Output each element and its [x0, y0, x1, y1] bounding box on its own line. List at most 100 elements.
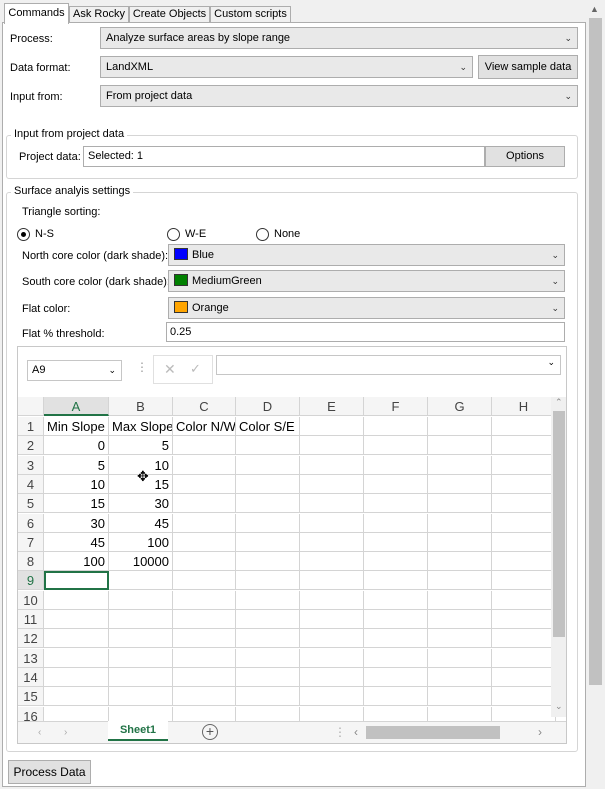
cell[interactable] — [44, 648, 109, 668]
cell[interactable] — [364, 667, 428, 687]
process-data-button[interactable]: Process Data — [8, 760, 91, 784]
cell[interactable] — [492, 417, 556, 436]
tab-commands[interactable]: Commands — [4, 3, 69, 24]
cell[interactable] — [173, 667, 236, 687]
input-from-combo[interactable]: From project data ⌄ — [100, 85, 578, 107]
cell[interactable] — [364, 436, 428, 456]
cell[interactable] — [300, 629, 364, 649]
cell[interactable] — [109, 629, 173, 649]
cell[interactable]: 45 — [109, 513, 173, 533]
cell[interactable] — [364, 571, 428, 591]
cell[interactable] — [236, 687, 300, 707]
tab-custom-scripts[interactable]: Custom scripts — [210, 6, 291, 23]
tab-create-objects[interactable]: Create Objects — [129, 6, 210, 23]
more-icon[interactable]: ⋮ — [136, 360, 148, 374]
grid-vertical-scrollbar[interactable]: ⌃ ⌄ — [551, 397, 566, 717]
cell[interactable] — [236, 513, 300, 533]
cell[interactable]: 45 — [44, 532, 109, 552]
column-header-f[interactable]: F — [364, 397, 428, 416]
cell[interactable]: 100 — [44, 552, 109, 572]
cell[interactable] — [428, 648, 492, 668]
more-icon[interactable]: ⋮ — [334, 725, 346, 739]
cell[interactable]: 0 — [44, 436, 109, 456]
north-color-combo[interactable]: Blue ⌄ — [168, 244, 565, 266]
cell[interactable] — [300, 494, 364, 514]
cell[interactable]: 100 — [109, 532, 173, 552]
cell[interactable] — [364, 590, 428, 610]
cell[interactable] — [109, 687, 173, 707]
column-header-b[interactable]: B — [109, 397, 173, 416]
spreadsheet[interactable]: A9 ⌄ ⋮ ✕ ✓ ⌄ A B C D E F G H 1 Min Slope Max Slope… — [17, 346, 567, 744]
cell[interactable] — [364, 417, 428, 436]
cell[interactable] — [236, 455, 300, 475]
cell[interactable] — [236, 629, 300, 649]
cell[interactable] — [428, 494, 492, 514]
column-header-e[interactable]: E — [300, 397, 364, 416]
cell[interactable] — [492, 687, 556, 707]
cell[interactable] — [492, 590, 556, 610]
flat-threshold-input[interactable]: 0.25 — [166, 322, 565, 342]
cell[interactable] — [428, 629, 492, 649]
cell[interactable] — [364, 687, 428, 707]
cell[interactable] — [236, 590, 300, 610]
cell[interactable] — [173, 532, 236, 552]
cell[interactable] — [109, 571, 173, 591]
select-all-corner[interactable] — [18, 397, 44, 416]
radio-none[interactable] — [256, 228, 269, 241]
cell[interactable] — [364, 610, 428, 629]
cell[interactable] — [364, 552, 428, 572]
cell[interactable] — [173, 455, 236, 475]
row-header[interactable]: 6 — [18, 513, 44, 533]
column-header-d[interactable]: D — [236, 397, 300, 416]
cell[interactable] — [364, 494, 428, 514]
cell[interactable] — [364, 629, 428, 649]
cell[interactable] — [109, 667, 173, 687]
cell[interactable] — [44, 667, 109, 687]
cell[interactable] — [173, 629, 236, 649]
cell[interactable] — [492, 494, 556, 514]
cell[interactable] — [236, 552, 300, 572]
row-header[interactable]: 14 — [18, 667, 44, 687]
cell[interactable] — [364, 474, 428, 494]
cell[interactable] — [173, 513, 236, 533]
cell[interactable] — [236, 494, 300, 514]
cell[interactable] — [173, 552, 236, 572]
data-format-combo[interactable]: LandXML ⌄ — [100, 56, 473, 78]
row-header[interactable]: 10 — [18, 590, 44, 610]
options-button[interactable]: Options — [485, 146, 565, 167]
cell[interactable] — [428, 571, 492, 591]
cell[interactable] — [44, 610, 109, 629]
south-color-combo[interactable]: MediumGreen ⌄ — [168, 270, 565, 292]
cell[interactable]: Color S/E — [236, 417, 300, 436]
cell[interactable] — [492, 629, 556, 649]
cell[interactable] — [492, 667, 556, 687]
cell[interactable] — [492, 571, 556, 591]
cell[interactable] — [109, 648, 173, 668]
cell[interactable] — [173, 610, 236, 629]
cell[interactable] — [300, 417, 364, 436]
cell[interactable] — [428, 667, 492, 687]
chevron-up-icon[interactable]: ⌃ — [555, 397, 563, 408]
cell[interactable]: 5 — [44, 455, 109, 475]
cell[interactable] — [428, 436, 492, 456]
grid-scrollbar-thumb[interactable] — [553, 411, 565, 637]
cell[interactable] — [236, 610, 300, 629]
cell[interactable] — [44, 629, 109, 649]
cancel-icon[interactable]: ✕ — [164, 361, 176, 378]
cell[interactable] — [109, 610, 173, 629]
row-header[interactable]: 11 — [18, 610, 44, 629]
cell[interactable] — [492, 648, 556, 668]
cell[interactable] — [109, 590, 173, 610]
cell[interactable] — [44, 687, 109, 707]
cell[interactable] — [300, 455, 364, 475]
cell[interactable] — [173, 494, 236, 514]
cell[interactable] — [236, 571, 300, 591]
row-header[interactable]: 2 — [18, 436, 44, 456]
cell[interactable] — [173, 648, 236, 668]
cell[interactable] — [428, 590, 492, 610]
row-header[interactable]: 15 — [18, 687, 44, 707]
cell[interactable] — [300, 552, 364, 572]
cell[interactable] — [300, 610, 364, 629]
cell[interactable] — [236, 532, 300, 552]
cell[interactable] — [364, 532, 428, 552]
